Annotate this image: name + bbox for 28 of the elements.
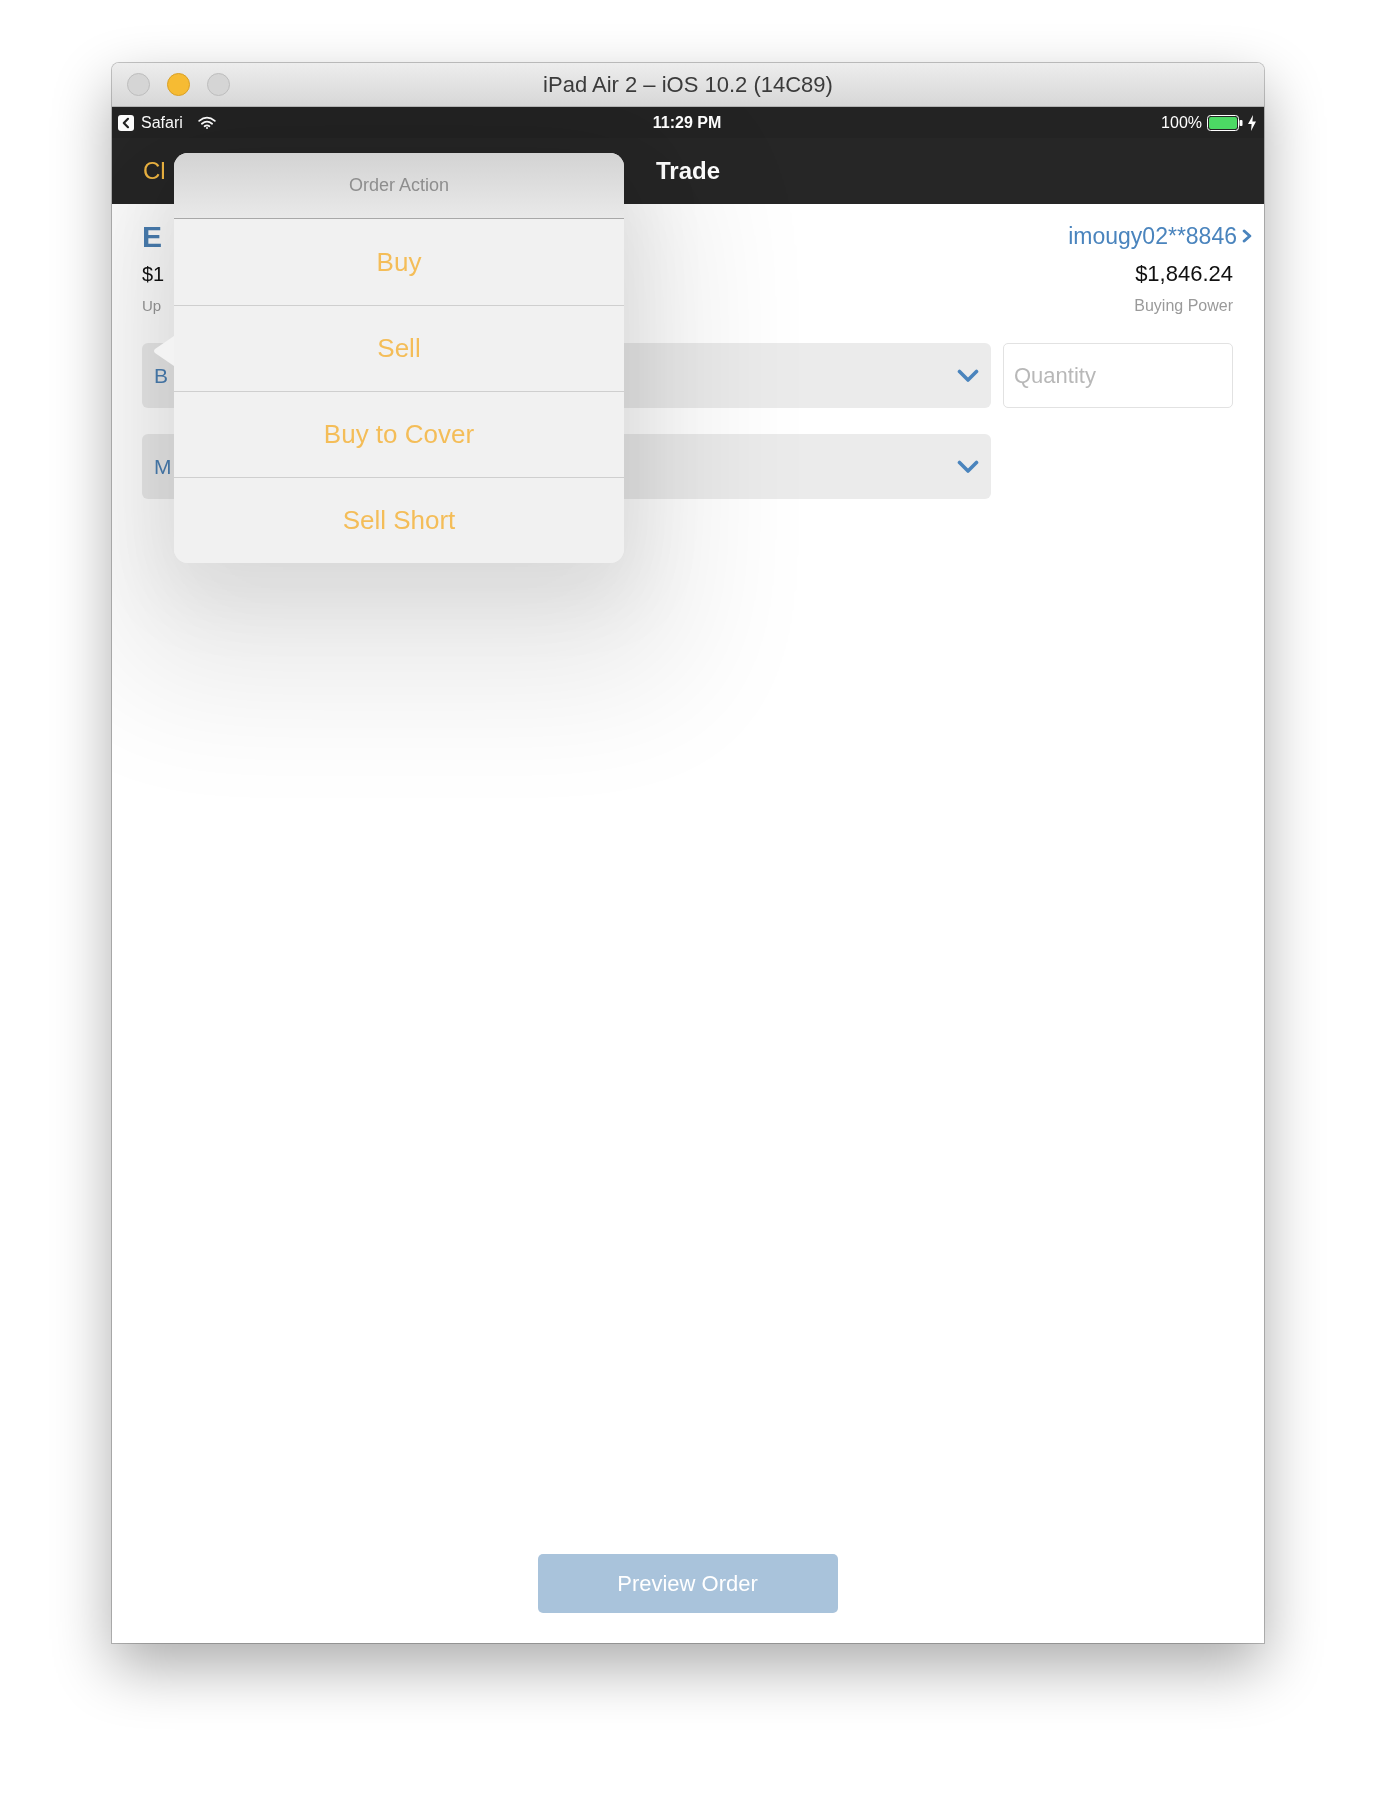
wifi-icon	[197, 116, 216, 129]
charging-bolt-icon	[1248, 114, 1256, 131]
chevron-down-icon	[957, 368, 979, 383]
stock-price: $1	[142, 263, 165, 285]
battery-icon	[1207, 114, 1243, 131]
order-action-option[interactable]: Sell Short	[174, 477, 624, 563]
window-close-icon[interactable]	[127, 73, 150, 96]
order-action-option[interactable]: Sell	[174, 305, 624, 391]
chevron-down-icon	[957, 459, 979, 474]
nav-left-button[interactable]: Cl	[143, 157, 166, 185]
quantity-field[interactable]: Quantity	[1003, 343, 1233, 408]
price-caption: Up	[142, 297, 163, 315]
order-action-option[interactable]: Buy	[174, 219, 624, 305]
window-title: iPad Air 2 – iOS 10.2 (14C89)	[543, 71, 833, 98]
buying-power-label: Buying Power	[1134, 296, 1233, 316]
buying-power-value: $1,846.24	[1135, 261, 1233, 287]
status-time: 11:29 PM	[652, 113, 722, 132]
back-icon	[118, 114, 134, 131]
account-link[interactable]: imougy02**8846	[1068, 222, 1252, 250]
window-maximize-icon[interactable]	[207, 73, 230, 96]
popover-title: Order Action	[174, 153, 624, 219]
chevron-right-icon	[1242, 229, 1252, 243]
battery-percentage: 100%	[1161, 113, 1202, 132]
window-minimize-icon[interactable]	[167, 73, 190, 96]
order-action-option[interactable]: Buy to Cover	[174, 391, 624, 477]
nav-title: Trade	[656, 157, 720, 185]
back-link[interactable]: Safari	[118, 113, 183, 132]
stock-symbol: E	[142, 222, 163, 252]
